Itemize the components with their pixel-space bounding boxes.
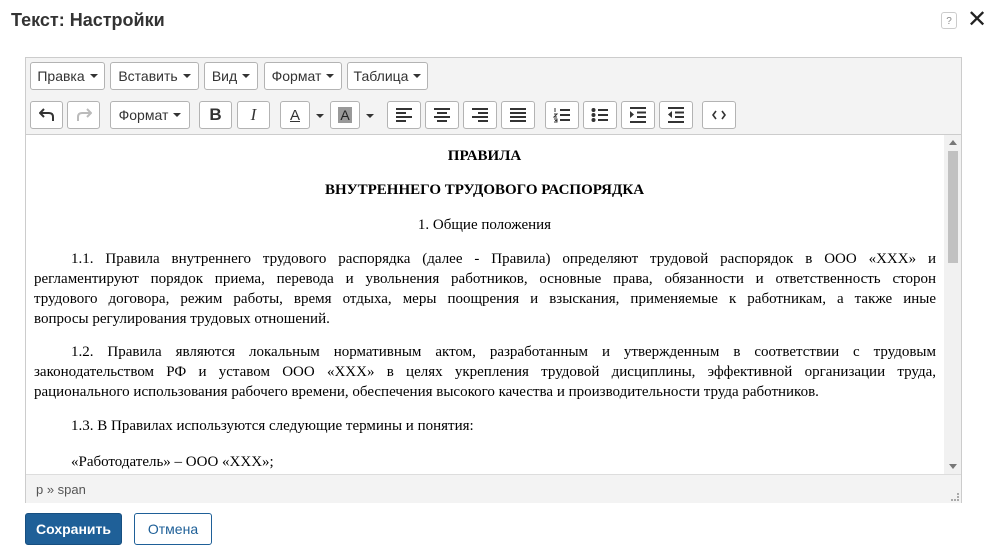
paragraph-line: законодательством РФ и уставом ООО «ХХХ»…	[34, 364, 936, 380]
paragraph-line: трудового договора, режим работы, время …	[34, 291, 936, 307]
menu-format[interactable]: Формат	[264, 62, 342, 90]
text-color-icon: A	[289, 106, 300, 124]
editor-menubar: Правка Вставить Вид Формат Таблица	[26, 58, 961, 97]
chevron-down-icon	[173, 113, 182, 117]
paragraph-1: 1.1. Правила внутреннего трудового распо…	[34, 249, 936, 329]
menu-label: Формат	[271, 68, 322, 84]
italic-button[interactable]: I	[237, 101, 270, 129]
chevron-down-icon	[326, 74, 335, 78]
source-code-icon	[712, 110, 726, 120]
bullet-list-button[interactable]	[583, 101, 617, 129]
bullet-list-icon	[591, 108, 608, 122]
paragraph-3: 1.3. В Правилах используются следующие т…	[71, 418, 474, 434]
redo-icon	[76, 108, 92, 121]
bold-button[interactable]: B	[199, 101, 232, 129]
document-subheading: ВНУТРЕННЕГО ТРУДОВОГО РАСПОРЯДКА	[324, 182, 645, 198]
menu-label: Вид	[211, 68, 238, 84]
chevron-down-icon	[413, 74, 422, 78]
chevron-down-icon	[242, 74, 251, 78]
format-label: Формат	[118, 107, 169, 123]
dialog-title: Текст: Настройки	[11, 10, 165, 30]
outdent-button[interactable]	[659, 101, 693, 129]
cancel-button[interactable]: Отмена	[134, 513, 212, 545]
paragraph-line: 1.1. Правила внутреннего трудового распо…	[71, 251, 936, 267]
outdent-icon	[668, 107, 684, 123]
paragraph-line: рационального использования рабочего вре…	[34, 384, 819, 400]
close-icon[interactable]: ✕	[966, 8, 988, 32]
paragraph-2: 1.2. Правила являются локальным норматив…	[34, 342, 936, 402]
document-content[interactable]: ПРАВИЛА ВНУТРЕННЕГО ТРУДОВОГО РАСПОРЯДКА…	[26, 135, 943, 474]
section-heading: 1. Общие положения	[417, 217, 552, 233]
numbered-list-button[interactable]	[545, 101, 579, 129]
menu-label: Правка	[37, 68, 85, 84]
save-button[interactable]: Сохранить	[25, 513, 122, 545]
resize-handle-icon[interactable]	[951, 493, 959, 501]
menu-label: Вставить	[118, 68, 178, 84]
menu-view[interactable]: Вид	[204, 62, 258, 90]
editor-statusbar: p » span	[26, 474, 961, 503]
content-scrollbar[interactable]	[944, 135, 961, 474]
format-dropdown[interactable]: Формат	[110, 101, 190, 129]
rich-text-editor: Правка Вставить Вид Формат Таблица Форма…	[25, 57, 962, 503]
text-color-chevron-icon[interactable]	[316, 114, 324, 118]
menu-edit[interactable]: Правка	[30, 62, 105, 90]
bg-color-chevron-icon[interactable]	[366, 114, 374, 118]
scroll-down-icon[interactable]	[949, 464, 957, 469]
align-left-button[interactable]	[387, 101, 421, 129]
text-color-button[interactable]: A	[280, 101, 310, 129]
align-right-button[interactable]	[463, 101, 497, 129]
scrollbar-thumb[interactable]	[948, 151, 958, 263]
menu-table[interactable]: Таблица	[347, 62, 428, 90]
paragraph-4: «Работодатель» – ООО «ХХХ»;	[71, 454, 274, 470]
editor-toolbar: Формат B I A A	[26, 96, 961, 135]
chevron-down-icon	[89, 74, 98, 78]
menu-label: Таблица	[353, 68, 409, 84]
paragraph-line: регламентируют порядок приема, перевода …	[34, 271, 936, 287]
align-justify-button[interactable]	[501, 101, 535, 129]
align-left-icon	[396, 108, 412, 122]
document-heading: ПРАВИЛА	[447, 148, 522, 164]
bg-color-button[interactable]: A	[330, 101, 360, 129]
bg-color-icon: A	[338, 107, 352, 123]
align-center-button[interactable]	[425, 101, 459, 129]
paragraph-line: вопросы регулирования трудовых отношений…	[34, 311, 330, 327]
element-path[interactable]: p » span	[36, 482, 86, 497]
source-code-button[interactable]	[702, 101, 736, 129]
help-icon[interactable]: ?	[941, 12, 957, 29]
undo-button[interactable]	[30, 101, 63, 129]
indent-button[interactable]	[621, 101, 655, 129]
align-right-icon	[472, 108, 488, 122]
align-justify-icon	[510, 108, 526, 122]
menu-insert[interactable]: Вставить	[110, 62, 199, 90]
redo-button[interactable]	[67, 101, 100, 129]
paragraph-line: 1.2. Правила являются локальным норматив…	[71, 344, 936, 360]
chevron-down-icon	[182, 74, 191, 78]
align-center-icon	[434, 108, 450, 122]
scroll-up-icon[interactable]	[949, 140, 957, 145]
indent-icon	[630, 107, 646, 123]
numbered-list-icon	[553, 108, 570, 123]
undo-icon	[38, 108, 54, 121]
